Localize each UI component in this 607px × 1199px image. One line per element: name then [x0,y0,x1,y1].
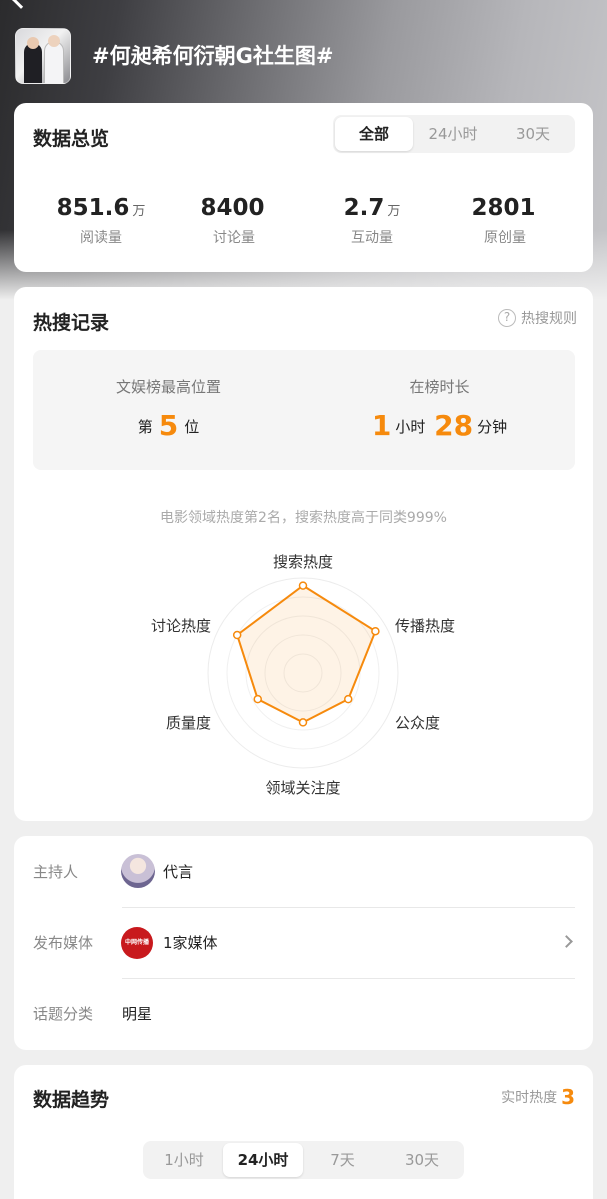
category-value: 明星 [122,1005,153,1023]
topic-title: #何昶希何衍朝G社生图# [92,44,334,68]
topic-info-card: 主持人 代言 发布媒体 中网传播 1家媒体 话题分类 明星 [14,836,593,1050]
stat-unit: 万 [132,204,146,219]
overview-title: 数据总览 [33,128,110,150]
overview-period-tabs: 全部 24小时 30天 [333,115,575,153]
tab-7d[interactable]: 7天 [303,1143,382,1177]
rules-label: 热搜规则 [521,311,577,327]
question-circle-icon: ? [498,309,516,327]
tab-24h[interactable]: 24小时 [413,117,493,151]
radar-label-domain: 领域关注度 [265,779,340,797]
host-name: 代言 [163,863,194,881]
radar-label-spread: 传播热度 [395,617,455,635]
best-position-label: 文娱榜最高位置 [115,378,221,396]
stat-value: 2801 [471,195,536,221]
live-heat-label: 实时热度 [501,1090,558,1106]
position-suffix: 位 [184,418,200,436]
tab-all[interactable]: 全部 [335,117,413,151]
stat-label: 互动量 [351,230,393,246]
category-row: 话题分类 明星 [33,978,575,1049]
trend-card: 数据趋势 实时热度 3 1小时 24小时 7天 30天 [14,1065,593,1199]
radar-point [298,718,308,727]
radar-point [298,581,308,590]
stat-unit: 万 [387,204,401,219]
rank-summary-box: 文娱榜最高位置 第5位 在榜时长 1 小时 28 分钟 [33,350,575,470]
heat-summary: 电影领域热度第2名，搜索热度高于同类999% [160,510,447,526]
host-row[interactable]: 主持人 代言 [33,836,575,907]
host-avatar [121,854,155,888]
media-value: 1家媒体 [163,934,218,952]
stat-label: 阅读量 [80,230,122,246]
host-label: 主持人 [33,863,79,881]
radar-label-public: 公众度 [395,714,440,732]
hot-search-rules-link[interactable]: ? 热搜规则 [498,308,577,328]
overview-card: 数据总览 全部 24小时 30天 851.6 万 阅读量 8400 讨论量 2.7… [14,103,593,272]
stat-label: 讨论量 [213,230,255,246]
chevron-right-icon [560,935,573,948]
topic-avatar [15,28,71,84]
stat-value: 8400 [200,195,265,221]
duration-hours: 1 [371,409,392,442]
radar-point [253,694,263,704]
hours-unit: 小时 [395,418,426,436]
stat-value: 2.7 [343,195,385,221]
media-logo: 中网传播 [121,927,153,959]
radar-point [371,626,380,636]
stat-original: 2801 原创量 [435,195,575,247]
radar-point [232,630,242,640]
trend-title: 数据趋势 [33,1089,110,1111]
radar-point [343,694,353,704]
live-heat: 实时热度 3 [501,1085,575,1109]
media-row[interactable]: 发布媒体 中网传播 1家媒体 [33,907,575,978]
category-label: 话题分类 [33,1005,94,1023]
duration-minutes: 28 [434,409,474,442]
stat-discuss: 8400 讨论量 [164,195,304,247]
tab-30d[interactable]: 30天 [382,1143,462,1177]
on-list-duration: 在榜时长 1 小时 28 分钟 [304,376,575,442]
radar-label-discuss: 讨论热度 [151,617,211,635]
stat-label: 原创量 [484,230,526,246]
radar-label-search: 搜索热度 [273,553,333,571]
heat-radar-chart: 搜索热度 传播热度 公众度 领域关注度 质量度 讨论热度 [151,553,455,797]
position-value: 5 [158,409,179,442]
duration-label: 在榜时长 [409,378,470,396]
tab-24h[interactable]: 24小时 [223,1143,303,1177]
stat-read: 851.6 万 阅读量 [31,195,171,247]
position-prefix: 第 [137,418,153,436]
trend-period-tabs: 1小时 24小时 7天 30天 [143,1141,464,1179]
tab-30d[interactable]: 30天 [493,117,573,151]
live-heat-value: 3 [561,1085,575,1109]
radar-label-quality: 质量度 [166,714,211,732]
stat-value: 851.6 [56,195,130,221]
stat-interact: 2.7 万 互动量 [302,195,442,247]
minutes-unit: 分钟 [477,418,508,436]
hot-search-card: 热搜记录 ? 热搜规则 文娱榜最高位置 第5位 在榜时长 1 小时 28 分钟 电影… [14,287,593,821]
tab-1h[interactable]: 1小时 [145,1143,223,1177]
media-label: 发布媒体 [33,934,94,952]
hot-search-title: 热搜记录 [33,312,110,334]
best-position: 文娱榜最高位置 第5位 [33,376,304,442]
